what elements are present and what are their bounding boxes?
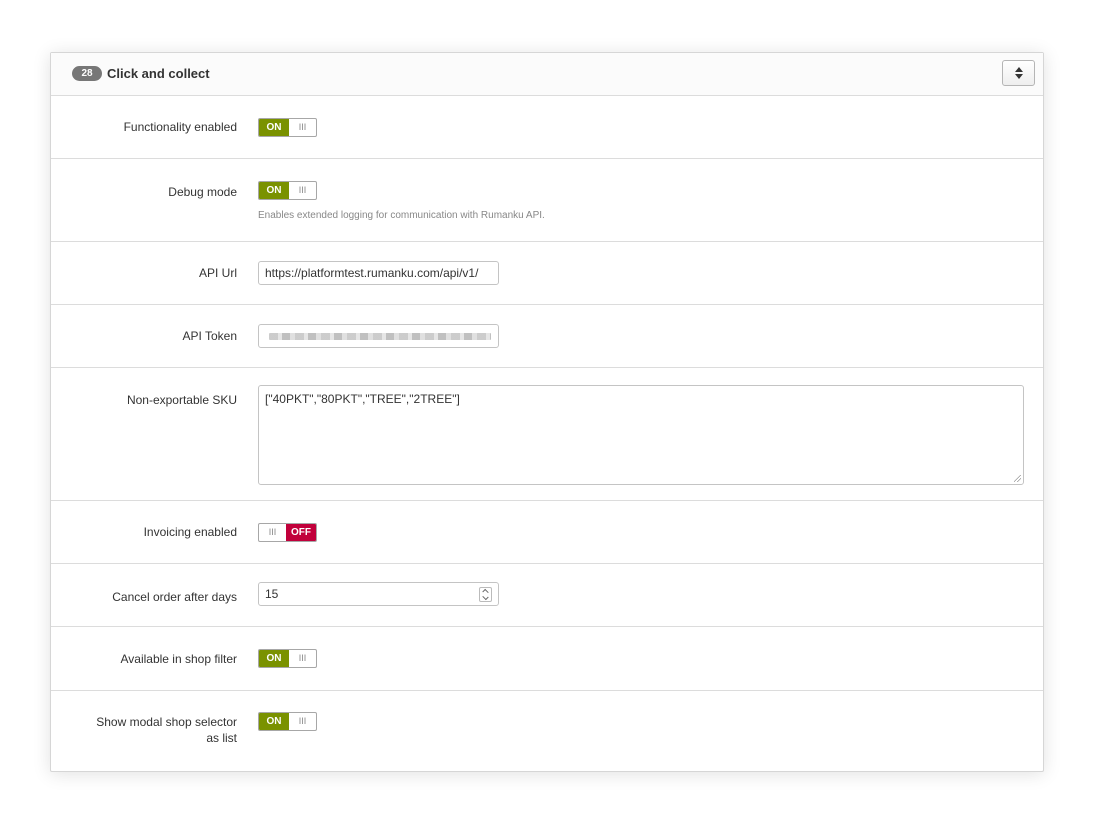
- panel-header: 28 Click and collect: [51, 53, 1043, 96]
- toggle-on-label: ON: [259, 650, 289, 667]
- debug-label: Debug mode: [168, 185, 237, 199]
- toggle-grip: III: [298, 185, 307, 195]
- row-functionality-enabled: Functionality enabled ON III: [51, 96, 1043, 159]
- resize-handle-icon[interactable]: [1014, 475, 1021, 482]
- sort-icon: [1014, 67, 1023, 79]
- row-cancel-order-days: Cancel order after days 15: [51, 564, 1043, 627]
- api-token-input[interactable]: [258, 324, 499, 348]
- redacted-token: [269, 333, 491, 340]
- shop-filter-toggle[interactable]: ON III: [258, 649, 317, 668]
- api-token-label: API Token: [182, 329, 237, 343]
- cancel-days-input[interactable]: 15: [258, 582, 499, 606]
- functionality-label: Functionality enabled: [123, 120, 237, 134]
- debug-toggle[interactable]: ON III: [258, 181, 317, 200]
- invoicing-toggle[interactable]: III OFF: [258, 523, 317, 542]
- row-debug-mode: Debug mode ON III Enables extended loggi…: [51, 159, 1043, 242]
- shop-filter-label: Available in shop filter: [120, 652, 237, 666]
- toggle-off-label: OFF: [286, 524, 316, 541]
- row-invoicing-enabled: Invoicing enabled III OFF: [51, 501, 1043, 564]
- sku-textarea[interactable]: ["40PKT","80PKT","TREE","2TREE"]: [258, 385, 1024, 485]
- row-non-exportable-sku: Non-exportable SKU ["40PKT","80PKT","TRE…: [51, 368, 1043, 501]
- cancel-days-label: Cancel order after days: [112, 590, 237, 604]
- modal-list-label-line1: Show modal shop selector: [96, 715, 237, 729]
- toggle-grip: III: [298, 716, 307, 726]
- row-shop-filter: Available in shop filter ON III: [51, 627, 1043, 691]
- panel-title: Click and collect: [107, 66, 210, 81]
- api-url-label: API Url: [198, 266, 237, 280]
- invoicing-label: Invoicing enabled: [143, 525, 237, 539]
- toggle-grip: III: [298, 653, 307, 663]
- toggle-grip: III: [298, 122, 307, 132]
- modal-list-toggle[interactable]: ON III: [258, 712, 317, 731]
- debug-help-text: Enables extended logging for communicati…: [258, 210, 545, 221]
- cancel-days-value: 15: [265, 587, 279, 601]
- sku-label: Non-exportable SKU: [126, 393, 237, 407]
- collapse-button[interactable]: [1002, 60, 1035, 86]
- modal-list-label: Show modal shop selector as list: [57, 714, 237, 746]
- row-api-token: API Token: [51, 305, 1043, 368]
- modal-list-label-line2: as list: [206, 731, 237, 745]
- click-and-collect-panel: 28 Click and collect Functionality enabl…: [50, 52, 1044, 772]
- module-badge: 28: [72, 66, 102, 81]
- api-url-input[interactable]: https://platformtest.rumanku.com/api/v1/: [258, 261, 499, 285]
- toggle-on-label: ON: [259, 713, 289, 730]
- row-api-url: API Url https://platformtest.rumanku.com…: [51, 242, 1043, 305]
- toggle-grip: III: [268, 527, 277, 537]
- toggle-on-label: ON: [259, 182, 289, 199]
- toggle-on-label: ON: [259, 119, 289, 136]
- functionality-toggle[interactable]: ON III: [258, 118, 317, 137]
- number-spinner-icon[interactable]: [479, 587, 492, 602]
- row-modal-shop-list: Show modal shop selector as list ON III: [51, 691, 1043, 771]
- sku-value: ["40PKT","80PKT","TREE","2TREE"]: [265, 392, 460, 406]
